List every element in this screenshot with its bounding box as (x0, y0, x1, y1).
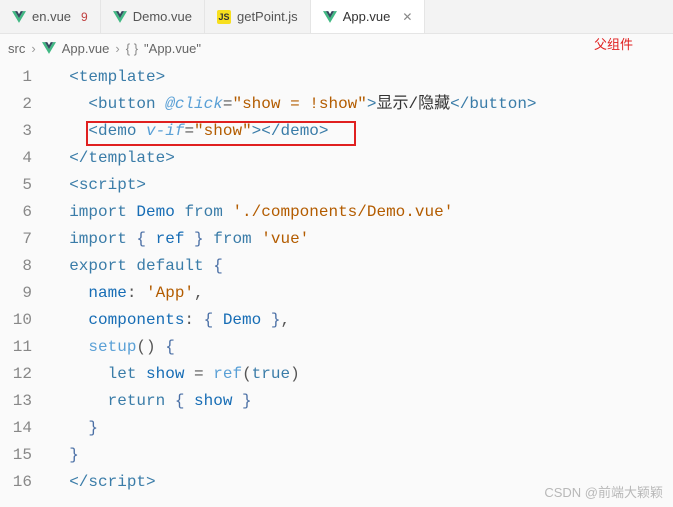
tab-en-vue[interactable]: en.vue 9 (0, 0, 101, 33)
tab-bar: en.vue 9 Demo.vue JS getPoint.js App.vue… (0, 0, 673, 34)
line-number: 12 (0, 361, 50, 388)
tab-label: Demo.vue (133, 9, 192, 24)
tab-app-vue[interactable]: App.vue ✕ (311, 0, 426, 33)
line-number: 9 (0, 280, 50, 307)
code-line: 12 let show = ref(true) (0, 361, 673, 388)
js-icon: JS (217, 10, 231, 24)
code-line: 15 } (0, 442, 673, 469)
code-line: 8 export default { (0, 253, 673, 280)
line-number: 6 (0, 199, 50, 226)
line-number: 5 (0, 172, 50, 199)
braces-icon: { } (126, 41, 138, 56)
tab-label: getPoint.js (237, 9, 298, 24)
line-number: 2 (0, 91, 50, 118)
code-line: 11 setup() { (0, 334, 673, 361)
tab-badge: 9 (81, 10, 88, 24)
breadcrumb-file[interactable]: App.vue (62, 41, 110, 56)
breadcrumb-symbol[interactable]: "App.vue" (144, 41, 201, 56)
line-number: 10 (0, 307, 50, 334)
tab-label: App.vue (343, 9, 391, 24)
tab-getpoint-js[interactable]: JS getPoint.js (205, 0, 311, 33)
code-line: 6 import Demo from './components/Demo.vu… (0, 199, 673, 226)
line-number: 4 (0, 145, 50, 172)
line-number: 7 (0, 226, 50, 253)
line-number: 14 (0, 415, 50, 442)
code-line: 1 <template> (0, 64, 673, 91)
code-line: 10 components: { Demo }, (0, 307, 673, 334)
chevron-icon: › (31, 41, 35, 56)
code-line: 5 <script> (0, 172, 673, 199)
code-line: 14 } (0, 415, 673, 442)
vue-icon (12, 11, 26, 23)
line-number: 11 (0, 334, 50, 361)
line-number: 1 (0, 64, 50, 91)
line-number: 8 (0, 253, 50, 280)
vue-icon (42, 42, 56, 54)
line-number: 3 (0, 118, 50, 145)
line-number: 16 (0, 469, 50, 496)
code-editor[interactable]: 1 <template> 2 <button @click="show = !s… (0, 62, 673, 496)
code-line: 2 <button @click="show = !show">显示/隐藏</b… (0, 91, 673, 118)
line-number: 15 (0, 442, 50, 469)
close-icon[interactable]: ✕ (402, 10, 412, 24)
watermark: CSDN @前端大颖颖 (544, 482, 663, 501)
annotation-label: 父组件 (594, 34, 633, 53)
code-line: 3 <demo v-if="show"></demo> (0, 118, 673, 145)
tab-demo-vue[interactable]: Demo.vue (101, 0, 205, 33)
code-line: 13 return { show } (0, 388, 673, 415)
vue-icon (323, 11, 337, 23)
code-line: 7 import { ref } from 'vue' (0, 226, 673, 253)
breadcrumb-root[interactable]: src (8, 41, 25, 56)
vue-icon (113, 11, 127, 23)
line-number: 13 (0, 388, 50, 415)
code-line: 9 name: 'App', (0, 280, 673, 307)
tab-label: en.vue (32, 9, 71, 24)
code-line: 4 </template> (0, 145, 673, 172)
chevron-icon: › (115, 41, 119, 56)
breadcrumb: src › App.vue › { } "App.vue" (0, 34, 673, 62)
